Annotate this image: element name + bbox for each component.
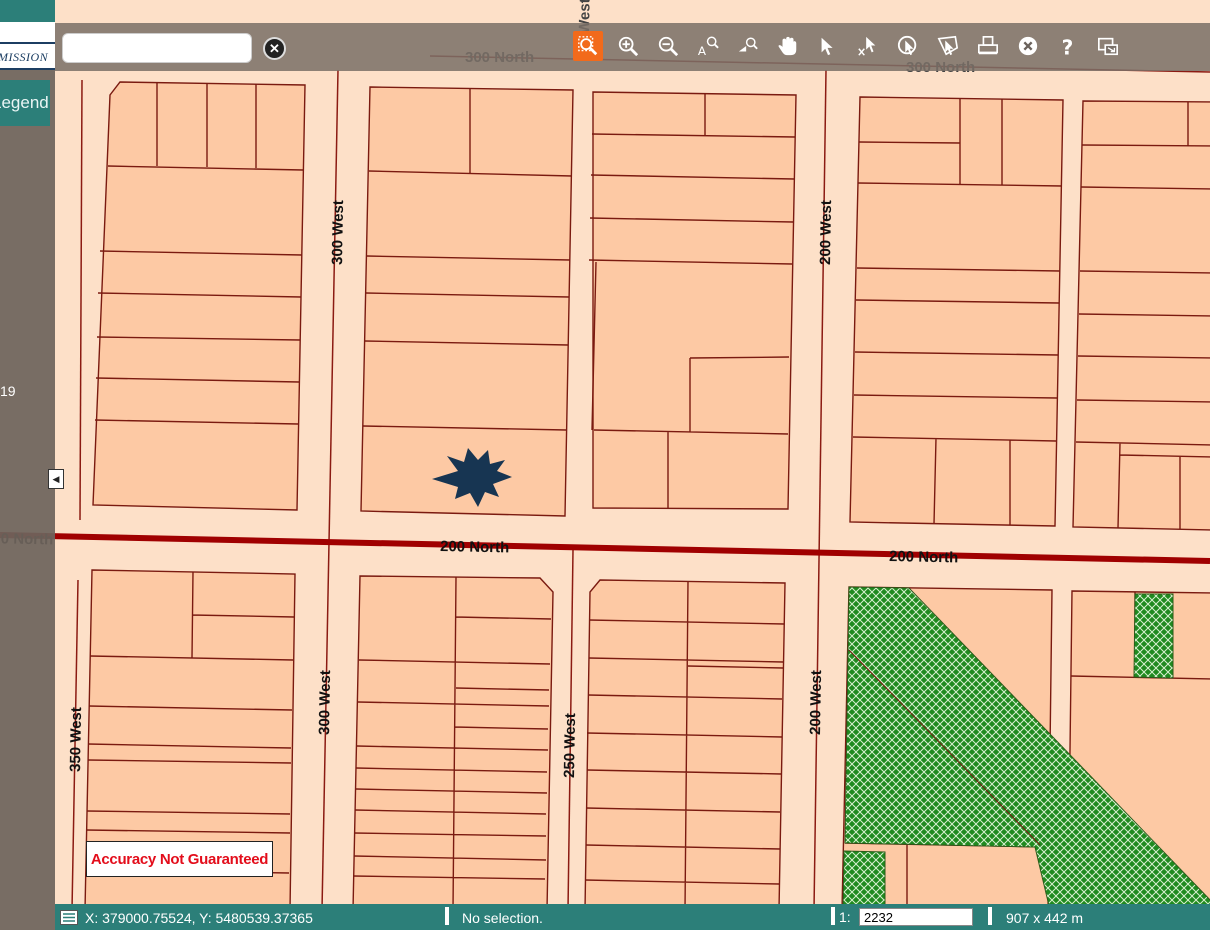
print-icon[interactable] bbox=[973, 31, 1003, 61]
panel-value: 19 bbox=[0, 383, 16, 399]
search-input[interactable] bbox=[62, 33, 252, 63]
scale-input[interactable] bbox=[859, 908, 973, 926]
logo: MISSION bbox=[0, 22, 55, 70]
svg-text:A: A bbox=[698, 44, 707, 57]
divider bbox=[988, 907, 992, 925]
label-300-west-bottom: 300 West bbox=[316, 670, 334, 735]
label-200-west-bottom: 200 West bbox=[807, 670, 825, 735]
caret-left-icon: ◀ bbox=[52, 473, 60, 484]
coordinate-readout: X: 379000.75524, Y: 5480539.37365 bbox=[85, 910, 313, 926]
export-icon[interactable] bbox=[1093, 31, 1123, 61]
park-bottom bbox=[842, 850, 886, 911]
pan-hand-icon[interactable] bbox=[773, 31, 803, 61]
label-200-north-right: 200 North bbox=[889, 548, 959, 566]
tab-legend[interactable]: Legend bbox=[0, 80, 50, 126]
disclaimer: Accuracy Not Guaranteed bbox=[86, 841, 273, 877]
status-bar: X: 379000.75524, Y: 5480539.37365 No sel… bbox=[55, 904, 1210, 930]
park-small bbox=[1133, 593, 1174, 679]
svg-text:?: ? bbox=[1062, 35, 1074, 57]
logo-text: MISSION bbox=[0, 50, 49, 64]
help-icon[interactable]: ? bbox=[1053, 31, 1083, 61]
label-300-west-top: 300 West bbox=[329, 200, 347, 265]
block bbox=[592, 91, 797, 510]
select-polygon-icon[interactable] bbox=[933, 31, 963, 61]
select-circle-icon[interactable] bbox=[893, 31, 923, 61]
left-panel bbox=[0, 0, 55, 930]
label-200-north-mid: 200 North bbox=[440, 538, 510, 556]
select-clear-icon[interactable] bbox=[853, 31, 883, 61]
layers-list-icon[interactable] bbox=[60, 910, 78, 925]
block bbox=[849, 96, 1064, 527]
select-arrow-icon[interactable] bbox=[813, 31, 843, 61]
collapse-panel-button[interactable]: ◀ bbox=[48, 469, 64, 489]
zoom-out-icon[interactable] bbox=[653, 31, 683, 61]
zoom-text-icon[interactable]: A bbox=[693, 31, 723, 61]
divider bbox=[831, 907, 835, 925]
zoom-previous-icon[interactable] bbox=[733, 31, 763, 61]
label-200-west-top: 200 West bbox=[817, 200, 835, 265]
selection-status: No selection. bbox=[462, 910, 543, 926]
map-canvas[interactable]: 300 North 300 North 200 North 200 North … bbox=[0, 0, 1210, 930]
zoom-in-icon[interactable] bbox=[613, 31, 643, 61]
close-circle-icon[interactable]: ✕ bbox=[263, 37, 286, 60]
zoom-box-icon[interactable] bbox=[573, 31, 603, 61]
label-250-west: 250 West bbox=[561, 713, 579, 778]
panel-top-strip bbox=[0, 0, 55, 24]
label-350-west: 350 West bbox=[67, 707, 85, 772]
scale-prefix: 1: bbox=[839, 909, 851, 925]
clear-icon[interactable] bbox=[1013, 31, 1043, 61]
map-dimensions: 907 x 442 m bbox=[1006, 910, 1084, 926]
divider bbox=[445, 907, 449, 925]
